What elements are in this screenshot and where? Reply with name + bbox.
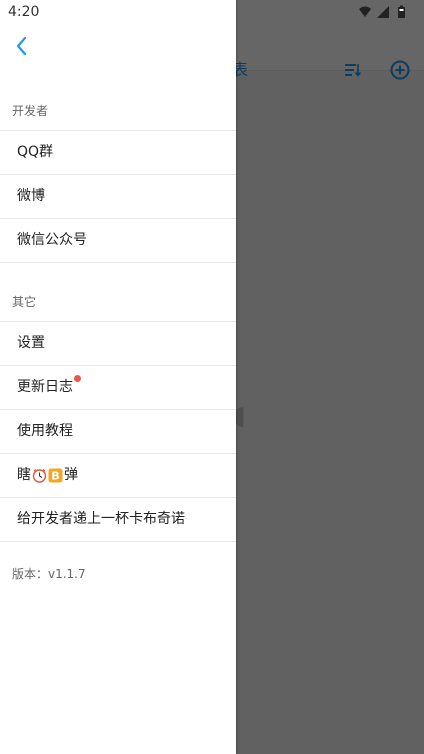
developer-menu-list: QQ群 微博 微信公众号	[0, 130, 236, 263]
new-badge-dot	[74, 375, 81, 382]
menu-item-weibo[interactable]: 微博	[0, 174, 236, 218]
bitcoin-emoji-icon: B	[48, 468, 63, 483]
menu-item-qq-group[interactable]: QQ群	[0, 130, 236, 174]
clock-emoji-icon	[32, 468, 47, 483]
section-header-other: 其它	[12, 295, 37, 309]
menu-item-label: 微博	[17, 188, 45, 204]
menu-item-label: 使用教程	[17, 423, 73, 439]
menu-item-label: QQ群	[17, 144, 54, 160]
menu-item-wechat-official[interactable]: 微信公众号	[0, 218, 236, 263]
status-icons	[358, 4, 408, 20]
svg-text:B: B	[51, 469, 59, 482]
menu-item-buy-cappuccino[interactable]: 给开发者递上一杯卡布奇诺	[0, 497, 236, 542]
section-header-developer: 开发者	[12, 104, 49, 118]
back-arrow-icon[interactable]	[10, 34, 34, 58]
battery-icon	[394, 4, 408, 18]
menu-item-tutorial[interactable]: 使用教程	[0, 409, 236, 453]
other-menu-list: 设置 更新日志 使用教程 瞎 B 弹 给开发者递上一杯卡布奇诺	[0, 321, 236, 542]
wifi-icon	[358, 4, 372, 18]
navigation-drawer: 开发者 QQ群 微博 微信公众号 其它 设置 更新日志 使用教程 瞎 B 弹 给…	[0, 0, 236, 754]
menu-item-random-bullet[interactable]: 瞎 B 弹	[0, 453, 236, 497]
menu-item-label: 设置	[17, 335, 45, 351]
status-time: 4:20	[8, 4, 40, 20]
label-prefix: 瞎	[17, 467, 31, 483]
menu-item-changelog[interactable]: 更新日志	[0, 365, 236, 409]
menu-item-label: 给开发者递上一杯卡布奇诺	[17, 511, 185, 527]
label-suffix: 弹	[64, 467, 78, 483]
menu-item-label: 更新日志	[17, 379, 73, 395]
version-text: 版本：v1.1.7	[12, 567, 86, 581]
menu-item-settings[interactable]: 设置	[0, 321, 236, 365]
menu-item-label: 微信公众号	[17, 232, 87, 248]
signal-icon	[376, 4, 390, 18]
menu-item-label: 瞎 B 弹	[17, 466, 78, 484]
